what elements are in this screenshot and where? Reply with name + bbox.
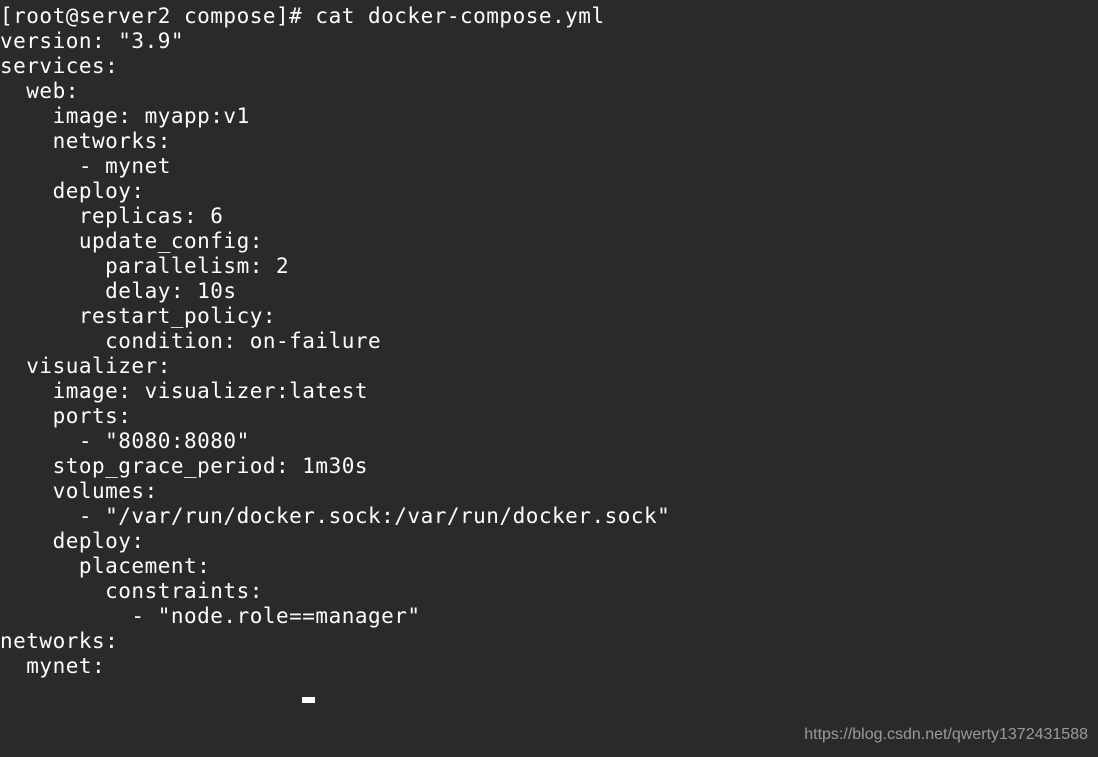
cursor-icon: [302, 697, 315, 703]
terminal-line: stop_grace_period: 1m30s: [0, 454, 1098, 479]
terminal-line: image: visualizer:latest: [0, 379, 1098, 404]
terminal-line: ports:: [0, 404, 1098, 429]
terminal-line: - "8080:8080": [0, 429, 1098, 454]
terminal-line: - "node.role==manager": [0, 604, 1098, 629]
terminal-line: deploy:: [0, 529, 1098, 554]
terminal-line: placement:: [0, 554, 1098, 579]
terminal-line: deploy:: [0, 179, 1098, 204]
cursor-line: [0, 679, 1098, 704]
watermark-text: https://blog.csdn.net/qwerty1372431588: [804, 722, 1088, 747]
terminal-line: networks:: [0, 129, 1098, 154]
terminal-line: - mynet: [0, 154, 1098, 179]
terminal-line: condition: on-failure: [0, 329, 1098, 354]
terminal-line: version: "3.9": [0, 29, 1098, 54]
terminal-line: services:: [0, 54, 1098, 79]
terminal-line: mynet:: [0, 654, 1098, 679]
terminal-line: delay: 10s: [0, 279, 1098, 304]
terminal-line: visualizer:: [0, 354, 1098, 379]
terminal-output[interactable]: [root@server2 compose]# cat docker-compo…: [0, 4, 1098, 704]
terminal-line: [root@server2 compose]# cat docker-compo…: [0, 4, 1098, 29]
terminal-line: image: myapp:v1: [0, 104, 1098, 129]
terminal-line: update_config:: [0, 229, 1098, 254]
terminal-line: replicas: 6: [0, 204, 1098, 229]
terminal-line: volumes:: [0, 479, 1098, 504]
terminal-line: networks:: [0, 629, 1098, 654]
terminal-line: constraints:: [0, 579, 1098, 604]
terminal-line: parallelism: 2: [0, 254, 1098, 279]
terminal-line: - "/var/run/docker.sock:/var/run/docker.…: [0, 504, 1098, 529]
terminal-line: web:: [0, 79, 1098, 104]
terminal-line: restart_policy:: [0, 304, 1098, 329]
